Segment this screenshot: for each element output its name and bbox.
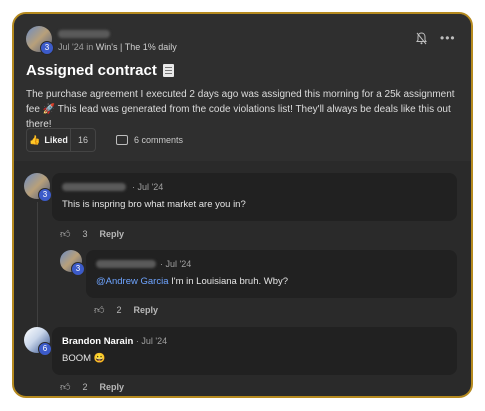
comment-like-count: 3 bbox=[82, 229, 88, 239]
post-frame: 3 Jul '24 in Win's | The 1% daily ••• As… bbox=[12, 12, 473, 398]
comment-card: Brandon Narain · Jul '24 BOOM 😀 bbox=[52, 327, 457, 375]
post-title-text: Assigned contract bbox=[26, 62, 157, 79]
comment-date: · Jul '24 bbox=[132, 182, 164, 192]
reply-like-count: 2 bbox=[116, 305, 122, 315]
reply-date: · Jul '24 bbox=[160, 259, 192, 269]
comment-author-redacted bbox=[62, 183, 126, 191]
author-name-redacted bbox=[58, 30, 110, 38]
comments-link[interactable]: 6 comments bbox=[116, 135, 183, 145]
more-options-icon[interactable]: ••• bbox=[440, 31, 456, 45]
like-button-group: 👍 Liked 16 bbox=[26, 128, 96, 152]
comment-text: This is inspring bro what market are you… bbox=[62, 199, 246, 210]
author-level-badge: 3 bbox=[40, 41, 54, 55]
comment-header: Brandon Narain · Jul '24 bbox=[62, 336, 168, 347]
reply-author-redacted bbox=[96, 260, 156, 268]
thumbs-up-icon[interactable]: 👍︎ bbox=[60, 381, 70, 393]
post-card: 3 Jul '24 in Win's | The 1% daily ••• As… bbox=[14, 14, 471, 161]
reply-text: @Andrew Garcia I'm in Louisiana bruh. Wb… bbox=[96, 276, 289, 287]
reply-button[interactable]: Reply bbox=[133, 305, 158, 315]
comment-text: BOOM 😀 bbox=[62, 353, 106, 364]
reply-card: · Jul '24 @Andrew Garcia I'm in Louisian… bbox=[86, 250, 457, 298]
comment-card: · Jul '24 This is inspring bro what mark… bbox=[52, 173, 457, 221]
like-count[interactable]: 16 bbox=[71, 135, 95, 145]
comment-actions: 👍︎ 2 Reply bbox=[60, 381, 124, 393]
mention-link[interactable]: @Andrew Garcia bbox=[96, 276, 168, 287]
thumbs-up-icon[interactable]: 👍︎ bbox=[94, 304, 104, 316]
comment-level-badge: 6 bbox=[38, 342, 52, 356]
reply-button[interactable]: Reply bbox=[99, 382, 124, 392]
like-label: Liked bbox=[44, 135, 68, 145]
thumbs-up-filled-icon: 👍 bbox=[29, 134, 41, 145]
comment-actions: 👍︎ 3 Reply bbox=[60, 228, 124, 240]
thread-line bbox=[37, 202, 38, 332]
reply-actions: 👍︎ 2 Reply bbox=[94, 304, 158, 316]
comment-bubble-icon bbox=[116, 135, 128, 145]
comment-level-badge: 3 bbox=[38, 188, 52, 202]
post-meta: Jul '24 in Win's | The 1% daily bbox=[58, 42, 177, 52]
comment-author-name[interactable]: Brandon Narain bbox=[62, 336, 133, 347]
post-meta-in: in bbox=[86, 42, 94, 52]
reply-level-badge: 3 bbox=[71, 262, 85, 276]
post-group-link[interactable]: The 1% daily bbox=[125, 42, 177, 52]
comments-count-label: 6 comments bbox=[134, 135, 184, 145]
thumbs-up-icon[interactable]: 👍︎ bbox=[60, 228, 70, 240]
like-button[interactable]: 👍 Liked bbox=[27, 129, 71, 151]
bell-icon[interactable] bbox=[416, 32, 427, 48]
post-community-link[interactable]: Win's bbox=[96, 42, 118, 52]
comment-like-count: 2 bbox=[82, 382, 88, 392]
post-title: Assigned contract bbox=[26, 62, 174, 79]
comment-date: Jul '24 bbox=[141, 336, 168, 346]
post-body: The purchase agreement I executed 2 days… bbox=[26, 89, 455, 130]
reply-button[interactable]: Reply bbox=[99, 229, 124, 239]
document-icon bbox=[162, 64, 174, 77]
post-meta-separator: | bbox=[120, 42, 123, 52]
post-date: Jul '24 bbox=[58, 42, 84, 52]
